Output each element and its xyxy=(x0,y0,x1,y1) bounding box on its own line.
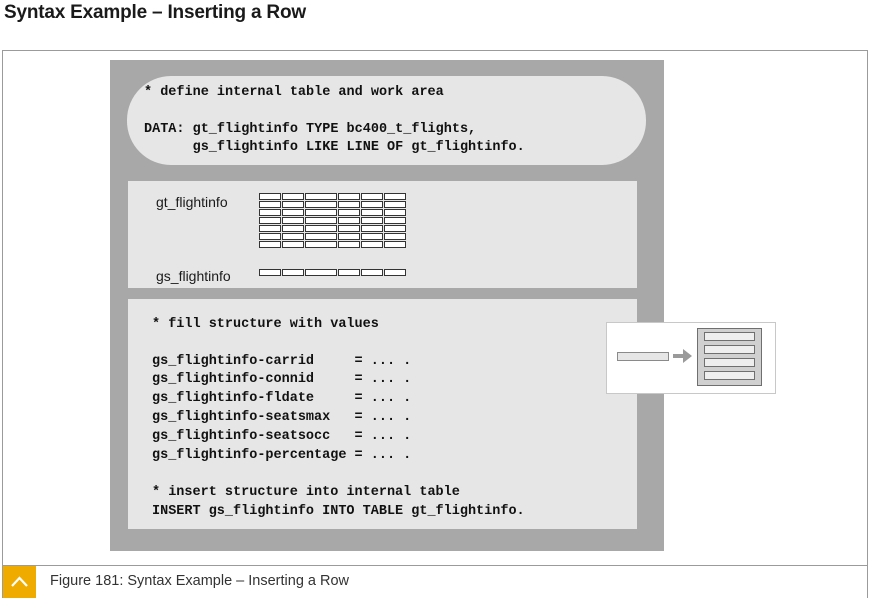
table-cell-graphic xyxy=(361,269,383,276)
table-cell-graphic xyxy=(338,225,360,232)
table-cell-graphic xyxy=(305,201,337,208)
assignment-line: gs_flightinfo-connid = ... . xyxy=(152,372,412,387)
table-cell-graphic xyxy=(282,225,304,232)
table-cell-graphic xyxy=(338,241,360,248)
table-cell-graphic xyxy=(259,193,281,200)
structure-graphic xyxy=(259,269,407,277)
table-cell-graphic xyxy=(361,201,383,208)
table-cell-graphic xyxy=(305,269,337,276)
table-cell-graphic xyxy=(305,193,337,200)
declare-line-2: gs_flightinfo LIKE LINE OF gt_flightinfo… xyxy=(144,140,525,155)
declare-line-1: DATA: gt_flightinfo TYPE bc400_t_flights… xyxy=(144,122,477,137)
table-cell-graphic xyxy=(338,201,360,208)
table-row-graphic xyxy=(704,358,755,367)
declaration-block: * define internal table and work area DA… xyxy=(127,76,646,165)
table-cell-graphic xyxy=(338,233,360,240)
table-cell-graphic xyxy=(282,209,304,216)
table-row-graphic xyxy=(259,217,407,224)
table-cell-graphic xyxy=(259,241,281,248)
table-cell-graphic xyxy=(259,233,281,240)
assignment-line: gs_flightinfo-carrid = ... . xyxy=(152,354,412,369)
table-cell-graphic xyxy=(259,217,281,224)
table-cell-graphic xyxy=(282,201,304,208)
figure-caption-bar: Figure 181: Syntax Example – Inserting a… xyxy=(3,565,867,598)
table-cell-graphic xyxy=(305,241,337,248)
table-cell-graphic xyxy=(361,241,383,248)
structure-bar-graphic xyxy=(617,352,669,361)
page-title: Syntax Example – Inserting a Row xyxy=(4,2,306,23)
table-row-graphic xyxy=(259,201,407,208)
table-row-graphic xyxy=(259,193,407,200)
table-cell-graphic xyxy=(338,269,360,276)
table-cell-graphic xyxy=(282,217,304,224)
declare-comment: * define internal table and work area xyxy=(144,85,444,100)
internal-table-icon xyxy=(697,328,762,386)
table-row-graphic xyxy=(259,209,407,216)
table-row-graphic xyxy=(704,332,755,341)
fill-comment: * fill structure with values xyxy=(152,317,379,332)
fill-code-block: * fill structure with values gs_flightin… xyxy=(128,299,637,529)
insert-statement: INSERT gs_flightinfo INTO TABLE gt_fligh… xyxy=(152,504,525,519)
table-row-graphic xyxy=(259,233,407,240)
table-cell-graphic xyxy=(361,217,383,224)
table-cell-graphic xyxy=(282,233,304,240)
table-cell-graphic xyxy=(338,193,360,200)
table-cell-graphic xyxy=(384,269,406,276)
insert-comment: * insert structure into internal table xyxy=(152,485,460,500)
structure-label: gs_flightinfo xyxy=(156,268,231,284)
table-cell-graphic xyxy=(282,193,304,200)
table-cell-graphic xyxy=(361,233,383,240)
table-row-graphic xyxy=(259,269,407,276)
table-cell-graphic xyxy=(259,269,281,276)
table-row-graphic xyxy=(704,345,755,354)
table-row-graphic xyxy=(704,371,755,380)
figure-caption: Figure 181: Syntax Example – Inserting a… xyxy=(50,573,350,589)
assignment-line: gs_flightinfo-percentage = ... . xyxy=(152,448,412,463)
table-row-graphic xyxy=(259,241,407,248)
table-cell-graphic xyxy=(384,233,406,240)
table-cell-graphic xyxy=(305,233,337,240)
internal-table-graphic xyxy=(259,193,407,249)
table-cell-graphic xyxy=(305,217,337,224)
chevron-up-icon[interactable] xyxy=(3,566,36,598)
table-cell-graphic xyxy=(259,201,281,208)
arrow-right-icon xyxy=(673,349,692,363)
table-cell-graphic xyxy=(361,193,383,200)
assignment-line: gs_flightinfo-fldate = ... . xyxy=(152,391,412,406)
table-cell-graphic xyxy=(259,225,281,232)
table-cell-graphic xyxy=(384,217,406,224)
table-label: gt_flightinfo xyxy=(156,194,228,210)
table-cell-graphic xyxy=(338,217,360,224)
variables-box: gt_flightinfo gs_flightinfo xyxy=(128,181,637,288)
table-row-graphic xyxy=(259,225,407,232)
table-cell-graphic xyxy=(384,209,406,216)
table-cell-graphic xyxy=(384,193,406,200)
table-cell-graphic xyxy=(361,209,383,216)
table-cell-graphic xyxy=(282,269,304,276)
table-cell-graphic xyxy=(305,225,337,232)
table-cell-graphic xyxy=(361,225,383,232)
assignment-line: gs_flightinfo-seatsocc = ... . xyxy=(152,429,412,444)
assignment-line: gs_flightinfo-seatsmax = ... . xyxy=(152,410,412,425)
table-cell-graphic xyxy=(384,241,406,248)
table-cell-graphic xyxy=(384,225,406,232)
table-cell-graphic xyxy=(384,201,406,208)
table-cell-graphic xyxy=(282,241,304,248)
table-cell-graphic xyxy=(338,209,360,216)
table-cell-graphic xyxy=(305,209,337,216)
table-cell-graphic xyxy=(259,209,281,216)
